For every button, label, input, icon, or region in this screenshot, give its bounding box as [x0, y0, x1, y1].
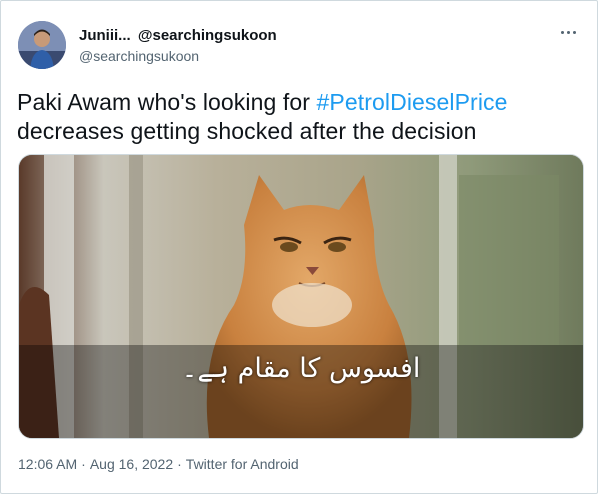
hashtag-link[interactable]: #PetrolDieselPrice	[317, 89, 508, 115]
tweet-meta: 12:06 AM · Aug 16, 2022 · Twitter for Androi…	[18, 456, 299, 472]
author-handle[interactable]: @searchingsukoon	[79, 48, 199, 64]
media-caption: افسوس کا مقام ہے۔	[181, 353, 421, 384]
tweet-text-before: Paki Awam who's looking for	[17, 89, 317, 115]
author-display-name[interactable]: Juniii...	[79, 27, 131, 44]
author-handle-inline[interactable]: @searchingsukoon	[138, 27, 277, 44]
tweet-source[interactable]: Twitter for Android	[186, 456, 299, 472]
tweet-date[interactable]: Aug 16, 2022	[90, 456, 173, 472]
avatar-image	[18, 21, 66, 69]
meta-separator-1: ·	[81, 456, 86, 472]
tweet-text: Paki Awam who's looking for #PetrolDiese…	[17, 88, 577, 146]
tweet-text-after: decreases getting shocked after the deci…	[17, 118, 477, 144]
cat-photo	[19, 155, 583, 438]
meta-separator-2: ·	[177, 456, 182, 472]
avatar[interactable]	[18, 21, 66, 69]
more-options-icon[interactable]	[556, 22, 580, 42]
tweet-time[interactable]: 12:06 AM	[18, 456, 77, 472]
author-name-row[interactable]: Juniii... @searchingsukoon	[79, 27, 277, 44]
tweet-card: Juniii... @searchingsukoon @searchingsuk…	[0, 0, 598, 494]
tweet-media[interactable]: افسوس کا مقام ہے۔	[18, 154, 584, 439]
